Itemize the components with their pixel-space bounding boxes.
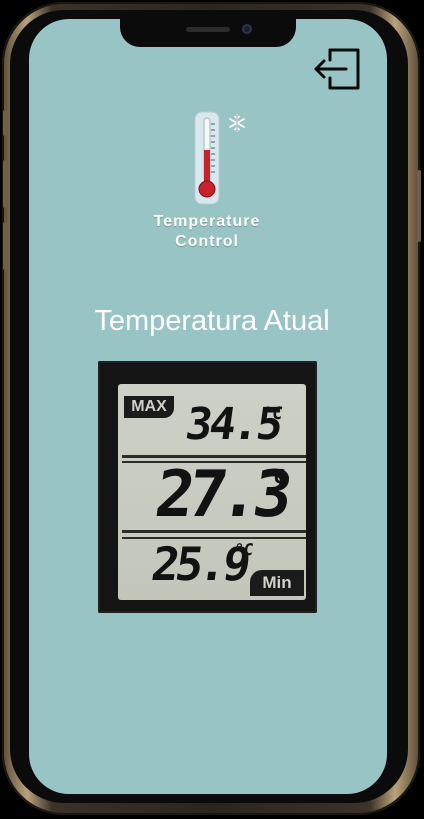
power-button bbox=[417, 170, 421, 242]
volume-up-button bbox=[3, 160, 7, 208]
notch bbox=[120, 19, 296, 47]
min-temperature-unit: °C bbox=[232, 540, 255, 559]
max-temperature-unit: °C bbox=[260, 404, 284, 424]
app-name: Temperature Control bbox=[130, 212, 284, 252]
app-name-line1: Temperature bbox=[153, 213, 261, 230]
logout-icon bbox=[314, 48, 360, 90]
page-title: Temperatura Atual bbox=[94, 305, 330, 337]
front-camera bbox=[242, 24, 252, 34]
silent-switch bbox=[3, 110, 7, 136]
app-name-line2: Control bbox=[175, 233, 239, 250]
speaker bbox=[186, 27, 230, 32]
snowflake-icon bbox=[229, 114, 245, 132]
volume-down-button bbox=[3, 222, 7, 270]
logout-button[interactable] bbox=[312, 46, 362, 92]
max-badge: MAX bbox=[124, 396, 174, 418]
lcd-divider-bottom bbox=[122, 530, 306, 533]
current-temperature-unit: °C bbox=[260, 466, 287, 488]
min-badge: Min bbox=[250, 570, 304, 596]
